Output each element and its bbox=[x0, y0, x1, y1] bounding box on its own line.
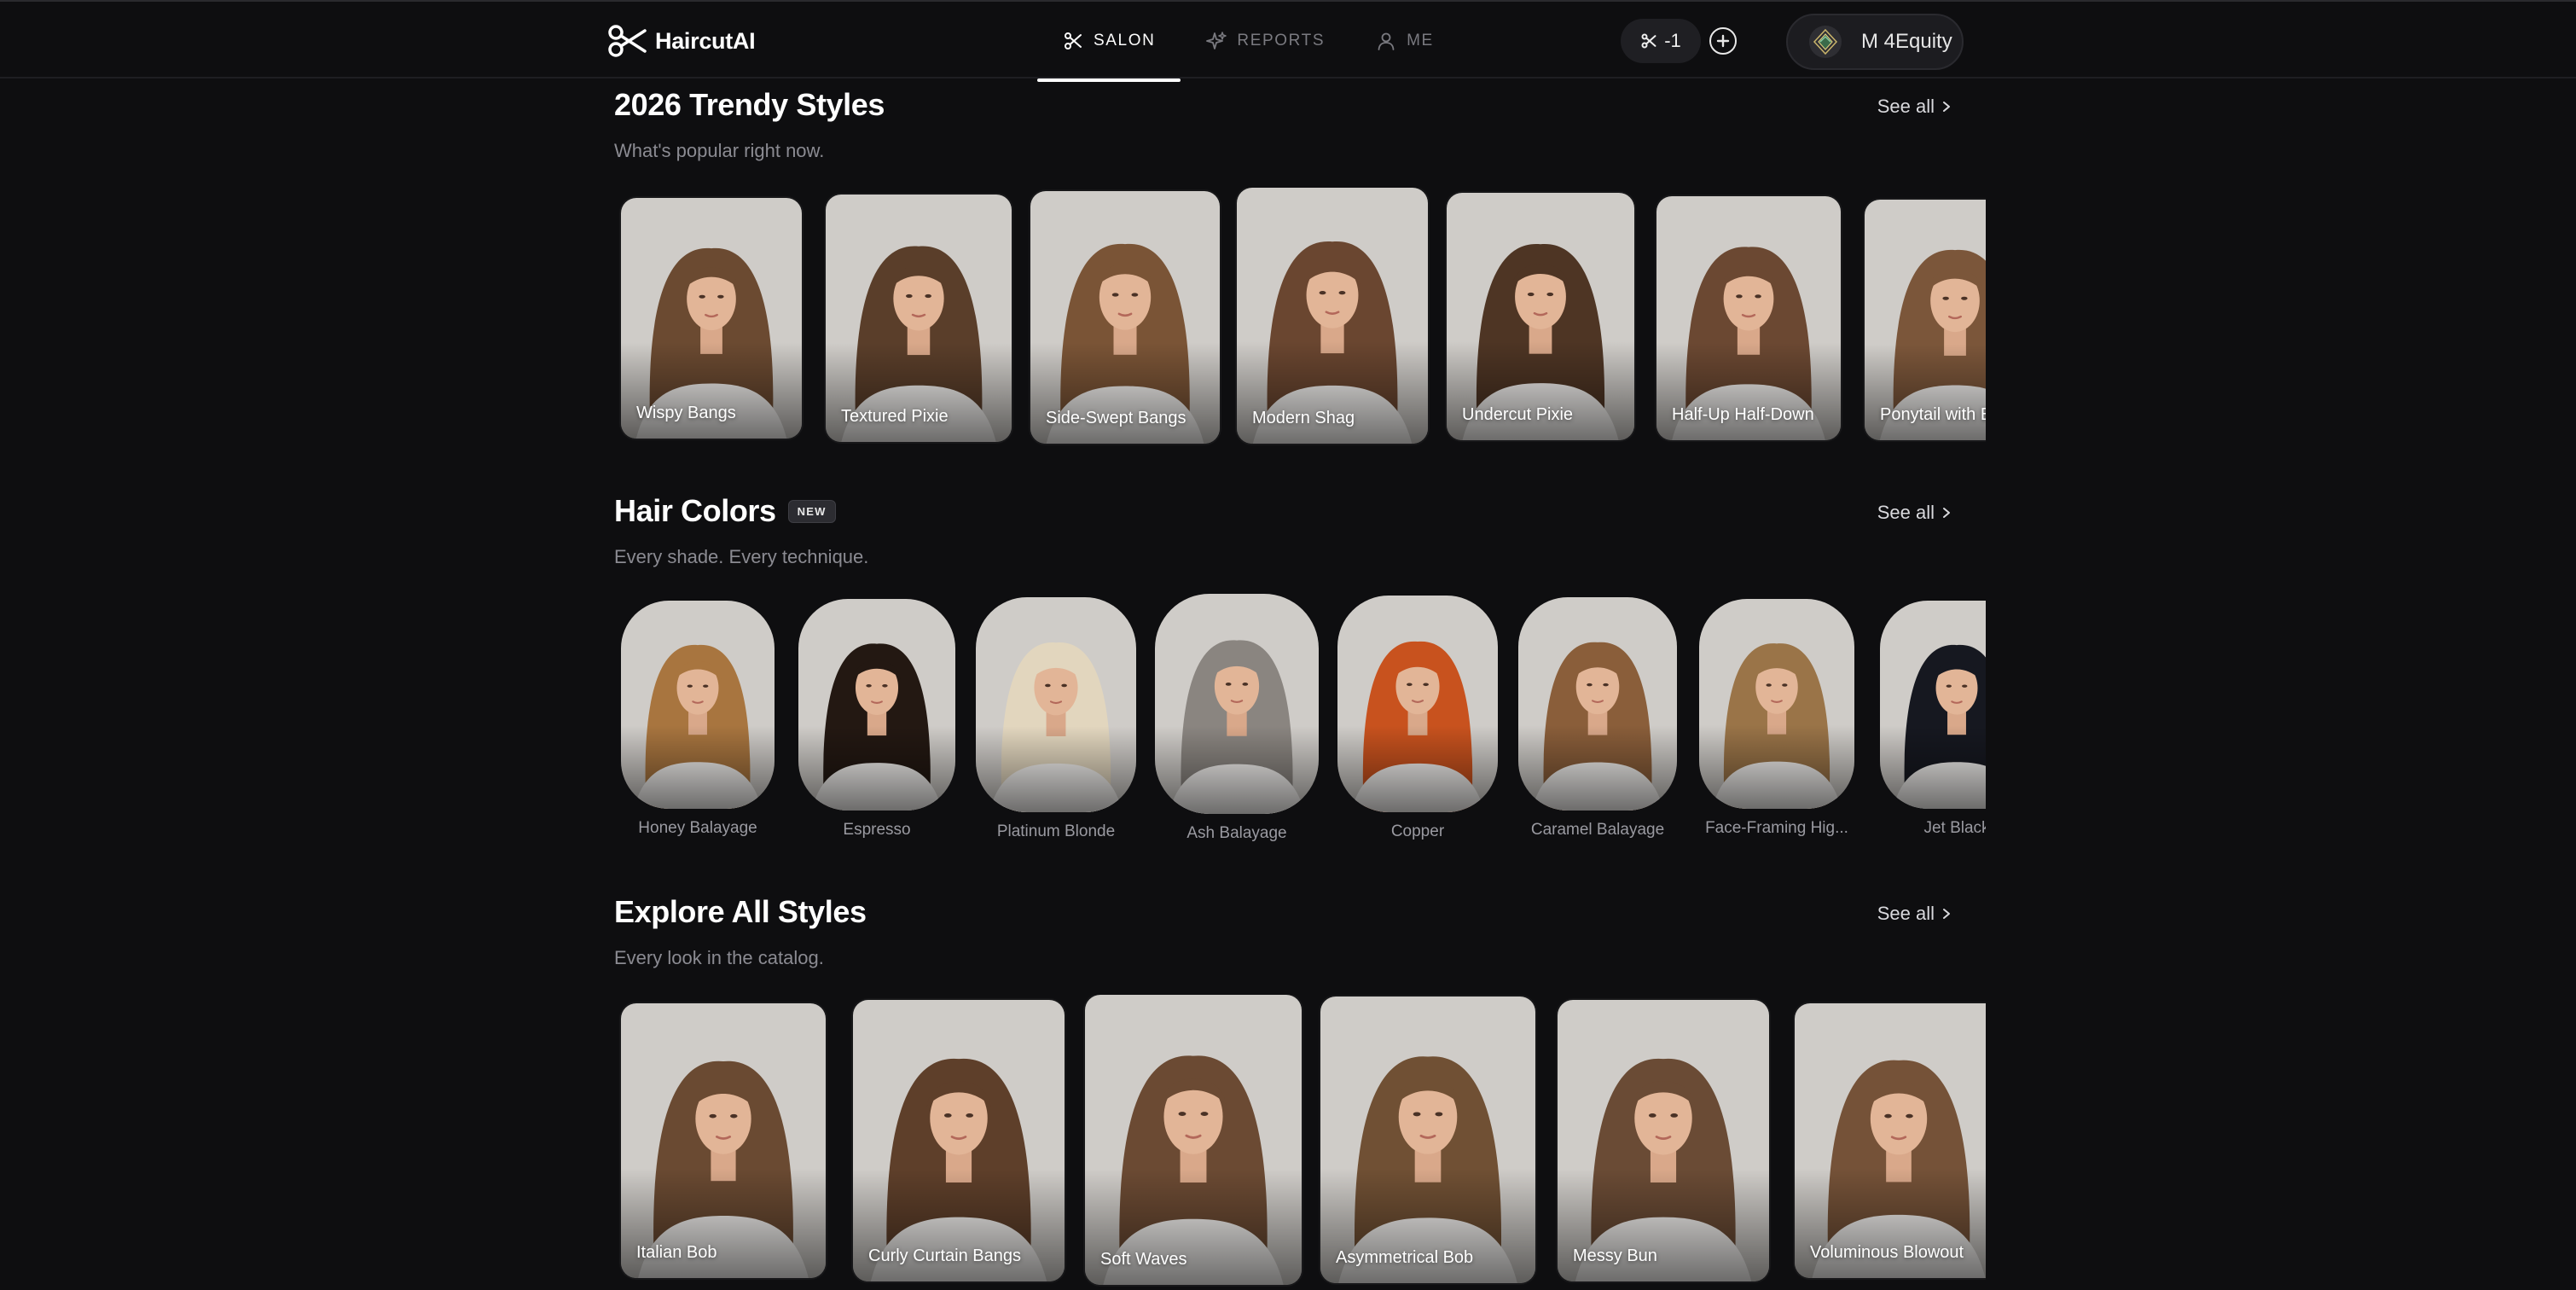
user-icon bbox=[1378, 32, 1395, 50]
style-card[interactable]: Textured Pixie bbox=[826, 195, 1012, 442]
hair-color-thumbnail bbox=[1155, 594, 1319, 814]
account-avatar-icon bbox=[1809, 26, 1842, 58]
hair-color-thumbnail bbox=[1518, 597, 1677, 811]
style-card-label: Italian Bob bbox=[636, 1243, 717, 1262]
style-card-label: Ponytail with Bangs bbox=[1880, 405, 1986, 424]
main-nav: SALON REPORTS ME bbox=[1037, 2, 1459, 82]
hair-color-thumbnail bbox=[1880, 601, 1986, 809]
chevron-right-icon bbox=[1943, 102, 1950, 112]
add-credits-button[interactable] bbox=[1709, 27, 1737, 55]
hair-colors-section: Hair Colors NEW Every shade. Every techn… bbox=[614, 493, 1986, 842]
hair-color-thumbnail bbox=[1337, 596, 1498, 812]
section-title: Explore All Styles bbox=[614, 894, 867, 929]
style-card-label: Wispy Bangs bbox=[636, 404, 736, 422]
style-card[interactable]: Voluminous Blowout bbox=[1795, 1003, 1986, 1278]
trendy-styles-carousel[interactable]: Wispy Bangs Textured Pixie Side-Swept Ba… bbox=[614, 188, 1986, 469]
section-title: Hair Colors NEW bbox=[614, 493, 1962, 529]
credits-counter[interactable]: -1 bbox=[1621, 19, 1701, 63]
hair-color-thumbnail bbox=[621, 601, 775, 809]
hair-color-label: Honey Balayage bbox=[638, 819, 757, 837]
hair-color-label: Jet Black bbox=[1923, 819, 1986, 837]
style-card[interactable]: Undercut Pixie bbox=[1447, 193, 1634, 440]
see-all-link[interactable]: See all bbox=[1877, 502, 1952, 524]
style-card-label: Voluminous Blowout bbox=[1810, 1243, 1964, 1262]
style-card[interactable]: Wispy Bangs bbox=[621, 198, 802, 439]
hair-color-card[interactable]: Jet Black bbox=[1880, 601, 1986, 843]
style-card[interactable]: Modern Shag bbox=[1237, 188, 1428, 444]
section-subtitle: Every look in the catalog. bbox=[614, 947, 824, 968]
sparkle-icon bbox=[1206, 32, 1227, 49]
style-card-label: Half-Up Half-Down bbox=[1672, 405, 1814, 424]
style-card[interactable]: Soft Waves bbox=[1085, 995, 1302, 1285]
hair-color-label: Copper bbox=[1390, 822, 1445, 840]
account-menu-button[interactable]: M 4Equity bbox=[1786, 14, 1964, 70]
chevron-right-icon bbox=[1943, 508, 1950, 518]
credits-value: -1 bbox=[1664, 30, 1681, 51]
explore-styles-carousel[interactable]: Italian Bob Curly Curtain Bangs Soft Wav… bbox=[614, 995, 1986, 1290]
style-card-label: Undercut Pixie bbox=[1462, 405, 1574, 424]
account-name: M 4Equity bbox=[1861, 30, 1952, 53]
scissors-icon bbox=[1065, 32, 1082, 49]
hair-color-card[interactable]: Ash Balayage bbox=[1155, 594, 1319, 848]
tab-me-label: ME bbox=[1407, 32, 1434, 49]
section-subtitle: What's popular right now. bbox=[614, 140, 825, 161]
new-badge: NEW bbox=[787, 499, 836, 523]
hair-color-card[interactable]: Copper bbox=[1337, 596, 1498, 846]
plus-icon bbox=[1716, 34, 1730, 48]
chevron-right-icon bbox=[1943, 909, 1950, 919]
scissors-logo-icon bbox=[608, 25, 647, 57]
style-card-label: Messy Bun bbox=[1573, 1246, 1657, 1265]
style-card-label: Textured Pixie bbox=[841, 407, 949, 426]
hair-colors-carousel[interactable]: Honey Balayage Espresso Platinum Blonde … bbox=[614, 594, 1986, 850]
style-card-label: Curly Curtain Bangs bbox=[868, 1246, 1021, 1265]
top-bar: HaircutAI SALON REPORTS ME -1 M 4Equity bbox=[0, 0, 2576, 82]
hair-color-card[interactable]: Caramel Balayage bbox=[1518, 597, 1677, 845]
tab-salon-label: SALON bbox=[1094, 32, 1156, 49]
app-logo[interactable]: HaircutAI bbox=[607, 22, 756, 60]
app-name: HaircutAI bbox=[655, 27, 756, 54]
section-title: 2026 Trendy Styles bbox=[614, 87, 885, 122]
style-card-label: Soft Waves bbox=[1100, 1250, 1187, 1269]
hair-color-label: Face-Framing Hig... bbox=[1705, 819, 1848, 837]
tab-reports[interactable]: REPORTS bbox=[1181, 2, 1350, 80]
hair-color-thumbnail bbox=[976, 597, 1136, 812]
scissors-icon bbox=[1641, 33, 1656, 49]
style-card[interactable]: Side-Swept Bangs bbox=[1030, 191, 1220, 444]
style-card-label: Asymmetrical Bob bbox=[1336, 1248, 1474, 1267]
hair-color-label: Ash Balayage bbox=[1186, 824, 1287, 842]
tab-me[interactable]: ME bbox=[1350, 2, 1459, 80]
hair-color-label: Caramel Balayage bbox=[1530, 821, 1665, 839]
style-card[interactable]: Ponytail with Bangs bbox=[1865, 200, 1986, 440]
tab-salon[interactable]: SALON bbox=[1037, 2, 1181, 82]
tab-reports-label: REPORTS bbox=[1237, 32, 1326, 49]
explore-styles-section: Explore All Styles Every look in the cat… bbox=[614, 894, 1986, 1285]
hair-color-label: Platinum Blonde bbox=[996, 822, 1116, 840]
see-all-link[interactable]: See all bbox=[1877, 96, 1952, 118]
see-all-link[interactable]: See all bbox=[1877, 903, 1952, 925]
style-card-label: Side-Swept Bangs bbox=[1046, 409, 1186, 427]
section-subtitle: Every shade. Every technique. bbox=[614, 546, 869, 567]
hair-color-thumbnail bbox=[798, 599, 955, 811]
style-card[interactable]: Half-Up Half-Down bbox=[1656, 196, 1841, 440]
style-card[interactable]: Asymmetrical Bob bbox=[1320, 997, 1535, 1283]
hair-color-card[interactable]: Espresso bbox=[798, 599, 955, 845]
trendy-styles-section: 2026 Trendy Styles What's popular right … bbox=[614, 87, 1986, 444]
style-card[interactable]: Italian Bob bbox=[621, 1003, 826, 1278]
style-card[interactable]: Messy Bun bbox=[1558, 1000, 1769, 1281]
style-card-label: Modern Shag bbox=[1252, 409, 1355, 427]
style-card[interactable]: Curly Curtain Bangs bbox=[853, 1000, 1065, 1281]
hair-color-card[interactable]: Honey Balayage bbox=[621, 601, 775, 843]
hair-color-card[interactable]: Platinum Blonde bbox=[976, 597, 1136, 846]
hair-color-card[interactable]: Face-Framing Hig... bbox=[1699, 599, 1854, 843]
hair-color-thumbnail bbox=[1699, 599, 1854, 809]
hair-color-label: Espresso bbox=[843, 821, 911, 839]
